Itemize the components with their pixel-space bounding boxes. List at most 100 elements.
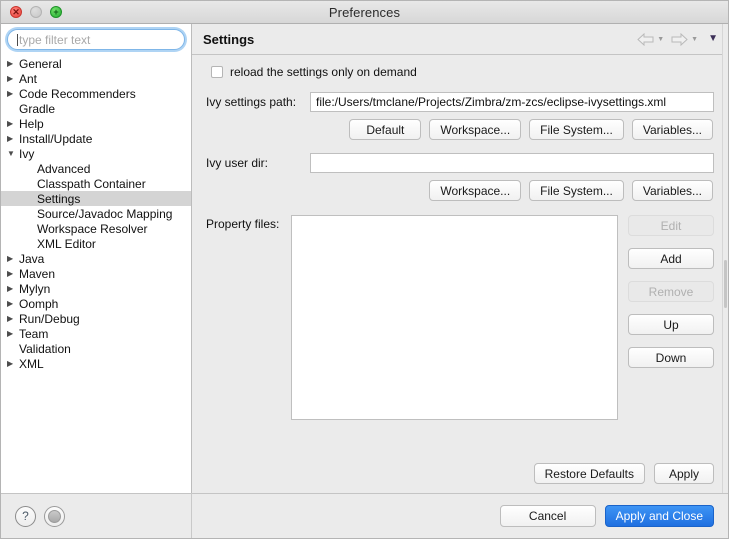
sidebar-item-team[interactable]: ▶ Team <box>1 326 191 341</box>
property-files-down-button[interactable]: Down <box>628 347 714 368</box>
chevron-right-icon[interactable]: ▶ <box>7 299 19 308</box>
filter-container: type filter text <box>1 24 191 54</box>
page-title: Settings <box>203 31 255 47</box>
user-dir-input[interactable] <box>310 153 714 173</box>
sidebar-item-label: Maven <box>19 266 56 281</box>
sidebar-item-label: Install/Update <box>19 131 93 146</box>
toggle-dot-icon <box>48 509 61 523</box>
search-placeholder: type filter text <box>19 32 91 47</box>
property-files-row: Property files: Edit Add Remove Up Down <box>206 215 714 420</box>
property-files-list[interactable] <box>291 215 618 420</box>
panel-nav: ▼ ▼ ▼ <box>637 32 718 46</box>
help-icon[interactable]: ? <box>15 505 36 527</box>
settings-path-input[interactable]: file:/Users/tmclane/Projects/Zimbra/zm-z… <box>310 92 714 112</box>
user-dir-workspace-button[interactable]: Workspace... <box>429 180 522 201</box>
settings-path-label: Ivy settings path: <box>206 95 297 109</box>
chevron-right-icon[interactable]: ▶ <box>7 314 19 323</box>
preferences-window: ✕ – + Preferences type filter text ▶Gene… <box>0 0 729 539</box>
sidebar-item-workspace-resolver[interactable]: Workspace Resolver <box>1 221 191 236</box>
chevron-right-icon[interactable]: ▶ <box>7 119 19 128</box>
panel-header: Settings ▼ ▼ ▼ <box>192 24 728 55</box>
sidebar-item-general[interactable]: ▶ General <box>1 56 191 71</box>
back-arrow-icon[interactable] <box>637 32 654 46</box>
sidebar-item-help[interactable]: ▶ Help <box>1 116 191 131</box>
user-dir-label: Ivy user dir: <box>206 156 269 170</box>
chevron-right-icon[interactable]: ▶ <box>7 269 19 278</box>
window-body: type filter text ▶ General ▶ Ant ▶ Code Recom… <box>1 24 728 493</box>
chevron-down-icon[interactable]: ▼ <box>7 149 19 158</box>
chevron-right-icon[interactable]: ▶ <box>7 329 19 338</box>
sidebar-item-gradle[interactable]: Gradle <box>1 101 191 116</box>
apply-and-close-button[interactable]: Apply and Close <box>604 505 714 527</box>
sidebar-item-label: Oomph <box>19 296 59 311</box>
sidebar-item-advanced[interactable]: Advanced <box>1 161 191 176</box>
sidebar-item-label: Settings <box>37 191 81 206</box>
sidebar-item-label: General <box>19 56 62 71</box>
cancel-button[interactable]: Cancel <box>499 505 596 527</box>
sidebar-item-label: Code Recommenders <box>19 86 136 101</box>
sidebar-item-label: Mylyn <box>19 281 51 296</box>
settings-path-workspace-button[interactable]: Workspace... <box>429 119 522 140</box>
preferences-tree[interactable]: ▶ General ▶ Ant ▶ Code Recommenders Gradle ▶ Hel… <box>1 54 191 493</box>
close-window-icon[interactable]: ✕ <box>10 6 22 18</box>
sidebar-item-mylyn[interactable]: ▶ Mylyn <box>1 281 191 296</box>
sidebar-item-maven[interactable]: ▶ Maven <box>1 266 191 281</box>
sidebar-item-ant[interactable]: ▶ Ant <box>1 71 191 86</box>
settings-path-variables-button[interactable]: Variables... <box>631 119 713 140</box>
reload-checkbox[interactable] <box>211 66 223 78</box>
back-dropdown-icon[interactable]: ▼ <box>657 36 664 43</box>
settings-path-file-system-button[interactable]: File System... <box>529 119 624 140</box>
dialog-footer: ? Cancel Apply and Close <box>1 493 728 538</box>
user-dir-variables-button[interactable]: Variables... <box>631 180 713 201</box>
search-input[interactable]: type filter text <box>7 29 185 50</box>
forward-dropdown-icon[interactable]: ▼ <box>691 36 698 43</box>
minimize-window-icon[interactable]: – <box>30 6 42 18</box>
chevron-right-icon[interactable]: ▶ <box>7 254 19 263</box>
window-title: Preferences <box>328 4 401 20</box>
sidebar-item-oomph[interactable]: ▶ Oomph <box>1 296 191 311</box>
sidebar-item-java[interactable]: ▶ Java <box>1 251 191 266</box>
sidebar-item-label: Run/Debug <box>19 311 80 326</box>
maximize-window-icon[interactable]: + <box>50 6 62 18</box>
sidebar-item-source-javadoc-mapping[interactable]: Source/Javadoc Mapping <box>1 206 191 221</box>
chevron-right-icon[interactable]: ▶ <box>7 284 19 293</box>
sidebar-item-xml[interactable]: ▶ XML <box>1 356 191 371</box>
sidebar-item-run-debug[interactable]: ▶ Run/Debug <box>1 311 191 326</box>
chevron-right-icon[interactable]: ▶ <box>7 59 19 68</box>
sidebar-item-label: Source/Javadoc Mapping <box>37 206 173 221</box>
property-files-buttons: Edit Add Remove Up Down <box>628 215 714 368</box>
user-dir-file-system-button[interactable]: File System... <box>529 180 624 201</box>
sidebar-item-ivy[interactable]: ▼ Ivy <box>1 146 191 161</box>
property-files-up-button[interactable]: Up <box>628 314 714 335</box>
window-scrollbar[interactable] <box>722 24 728 493</box>
apply-button[interactable]: Apply <box>654 463 714 484</box>
chevron-right-icon[interactable]: ▶ <box>7 74 19 83</box>
restore-defaults-button[interactable]: Restore Defaults <box>533 463 645 484</box>
sidebar-item-label: Ant <box>19 71 38 86</box>
footer-right-buttons: Cancel Apply and Close <box>499 505 714 527</box>
chevron-right-icon[interactable]: ▶ <box>7 359 19 368</box>
forward-arrow-icon[interactable] <box>671 32 688 46</box>
property-files-label: Property files: <box>206 217 280 231</box>
sidebar-item-xml-editor[interactable]: XML Editor <box>1 236 191 251</box>
reload-checkbox-row[interactable]: reload the settings only on demand <box>206 65 714 79</box>
sidebar-item-label: Team <box>19 326 49 341</box>
scrollbar-thumb[interactable] <box>724 260 727 308</box>
text-cursor <box>17 33 18 46</box>
chevron-right-icon[interactable]: ▶ <box>7 89 19 98</box>
title-bar: ✕ – + Preferences <box>1 1 728 24</box>
sidebar-item-label: Java <box>19 251 45 266</box>
settings-path-default-button[interactable]: Default <box>349 119 422 140</box>
sidebar-item-settings[interactable]: Settings <box>1 191 191 206</box>
sidebar-item-label: Help <box>19 116 44 131</box>
chevron-right-icon[interactable]: ▶ <box>7 134 19 143</box>
sidebar-item-install-update[interactable]: ▶ Install/Update <box>1 131 191 146</box>
sidebar-item-validation[interactable]: Validation <box>1 341 191 356</box>
sidebar-item-code-recommenders[interactable]: ▶ Code Recommenders <box>1 86 191 101</box>
view-menu-icon[interactable]: ▼ <box>708 34 718 44</box>
property-files-add-button[interactable]: Add <box>628 248 714 269</box>
window-controls: ✕ – + <box>10 6 62 18</box>
toggle-icon[interactable] <box>44 505 65 527</box>
sidebar-item-classpath-container[interactable]: Classpath Container <box>1 176 191 191</box>
sidebar-item-label: Advanced <box>37 161 91 176</box>
